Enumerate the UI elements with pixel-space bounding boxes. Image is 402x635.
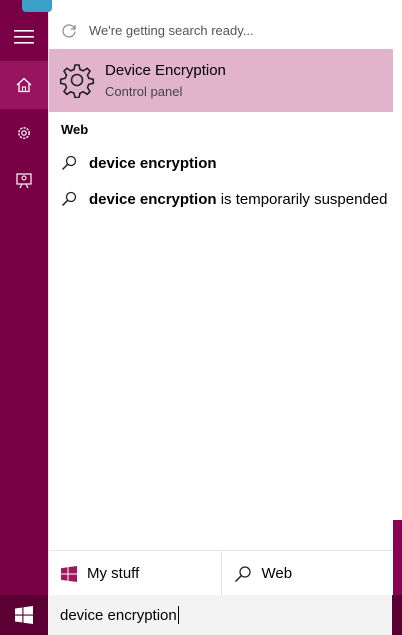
feedback-button[interactable]: [0, 157, 48, 205]
search-input[interactable]: device encryption: [48, 595, 392, 635]
web-result-suffix: is temporarily suspended: [216, 190, 388, 208]
gear-icon: [59, 64, 95, 98]
result-icon-wrap: [49, 191, 89, 207]
cortana-rail: [0, 0, 52, 595]
web-scope-label: Web: [261, 565, 293, 582]
taskbar: device encryption: [0, 595, 402, 635]
search-icon: [61, 191, 77, 207]
menu-button[interactable]: [0, 13, 48, 61]
windows-icon: [61, 565, 77, 582]
start-button[interactable]: [0, 595, 48, 635]
search-input-value: device encryption: [60, 606, 177, 624]
desktop-icon-peek: [22, 0, 52, 12]
web-result-1[interactable]: device encryption: [49, 146, 393, 180]
best-match-subtitle: Control panel: [105, 84, 183, 99]
web-result-2[interactable]: device encryption is temporarily suspend…: [49, 182, 393, 216]
best-match-title: Device Encryption: [105, 62, 226, 79]
feedback-icon: [16, 173, 32, 189]
my-stuff-button[interactable]: My stuff: [49, 551, 221, 596]
windows-start-icon: [15, 606, 33, 624]
search-status-bar: We're getting search ready...: [49, 12, 393, 50]
web-result-query: device encryption: [89, 154, 217, 172]
search-icon: [61, 155, 77, 171]
search-icon: [234, 565, 251, 582]
web-section-heading: Web: [61, 122, 89, 137]
web-result-text: device encryption: [89, 155, 217, 172]
gear-icon: [18, 127, 30, 139]
web-result-query: device encryption: [89, 190, 217, 208]
home-button[interactable]: [0, 61, 48, 109]
refresh-icon: [62, 23, 76, 38]
text-caret: [177, 606, 179, 624]
search-results-panel: We're getting search ready... Device Enc…: [48, 12, 393, 596]
desktop-window-edge: [392, 520, 402, 595]
my-stuff-label: My stuff: [87, 565, 140, 582]
hamburger-menu-icon: [14, 30, 34, 44]
status-icon-wrap: [49, 22, 89, 40]
best-match-item[interactable]: Device Encryption Control panel: [49, 49, 393, 112]
web-result-text: device encryption is temporarily suspend…: [89, 191, 387, 208]
status-text: We're getting search ready...: [89, 23, 254, 38]
web-scope-button[interactable]: Web: [220, 551, 394, 596]
search-scope-bar: My stuff Web: [49, 550, 393, 596]
result-icon-wrap: [49, 155, 89, 171]
settings-button[interactable]: [0, 109, 48, 157]
desktop-background: [392, 0, 402, 635]
home-icon: [16, 77, 32, 93]
